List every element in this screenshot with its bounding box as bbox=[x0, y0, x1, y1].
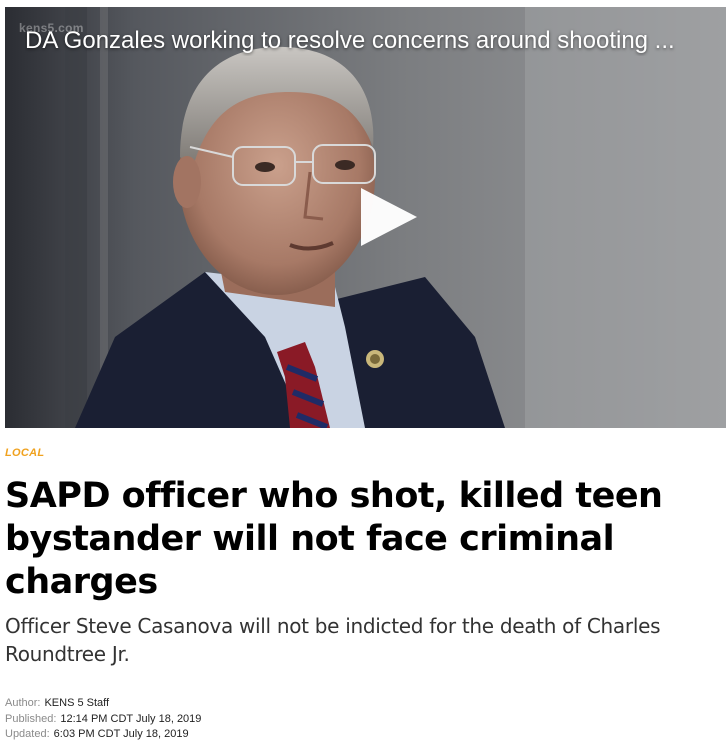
author-row: Author: KENS 5 Staff bbox=[5, 696, 201, 712]
article-meta: Author: KENS 5 Staff Published: 12:14 PM C… bbox=[5, 696, 201, 743]
author-label: Author: bbox=[5, 697, 41, 709]
section-label[interactable]: LOCAL bbox=[5, 447, 44, 459]
published-label: Published: bbox=[5, 712, 57, 725]
video-player[interactable]: kens5.com DA Gonzales working to resolve… bbox=[5, 7, 726, 428]
video-title[interactable]: DA Gonzales working to resolve concerns … bbox=[25, 26, 725, 56]
updated-timestamp: 6:03 PM CDT July 18, 2019 bbox=[53, 728, 189, 740]
published-row: Published: 12:14 PM CDT July 18, 2019 bbox=[5, 712, 201, 728]
published-timestamp: 12:14 PM CDT July 18, 2019 bbox=[60, 712, 202, 725]
article-subheadline: Officer Steve Casanova will not be indic… bbox=[5, 614, 661, 666]
updated-row: Updated: 6:03 PM CDT July 18, 2019 bbox=[5, 727, 201, 743]
article-headline: SAPD officer who shot, killed teen bysta… bbox=[5, 476, 663, 602]
updated-label: Updated: bbox=[5, 728, 50, 740]
author-name: KENS 5 Staff bbox=[44, 697, 110, 709]
play-icon[interactable] bbox=[355, 185, 419, 249]
